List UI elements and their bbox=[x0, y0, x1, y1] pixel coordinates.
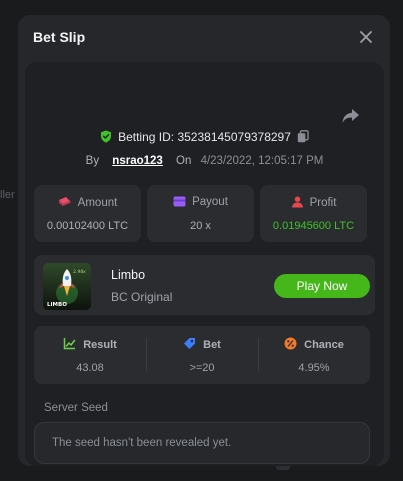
money-icon bbox=[58, 197, 71, 206]
svg-text:2.98x: 2.98x bbox=[73, 269, 86, 275]
share-button[interactable] bbox=[341, 107, 361, 125]
payout-label-row: Payout bbox=[147, 196, 254, 208]
modal-header: Bet Slip bbox=[18, 15, 390, 61]
result-label: Result bbox=[83, 339, 117, 351]
chart-line-icon bbox=[63, 338, 76, 350]
profit-person-icon bbox=[291, 196, 303, 208]
by-label: By bbox=[85, 155, 100, 167]
amount-value: 0.00102400 LTC bbox=[46, 220, 129, 232]
background-text-fragment: ller bbox=[0, 189, 15, 201]
bet-slip-modal: Bet Slip Betting ID: 35238145079378297 B… bbox=[18, 15, 390, 466]
bet-author-row: By nsrao123 On 4/23/2022, 12:05:17 PM bbox=[25, 155, 384, 171]
game-thumbnail[interactable]: 2.98x LIMBO bbox=[43, 263, 91, 310]
percent-icon bbox=[284, 337, 297, 350]
server-seed-label: Server Seed bbox=[44, 402, 108, 414]
server-seed-text: The seed hasn't been revealed yet. bbox=[52, 437, 232, 449]
profit-label: Profit bbox=[309, 197, 337, 209]
close-icon[interactable] bbox=[356, 27, 376, 47]
amount-card: Amount 0.00102400 LTC bbox=[34, 185, 141, 242]
bet-label-row: Bet bbox=[146, 337, 258, 351]
game-name: Limbo bbox=[111, 268, 146, 282]
profit-card: Profit 0.01945600 LTC bbox=[260, 185, 367, 242]
shield-check-icon bbox=[100, 130, 112, 146]
payout-card: Payout 20 x bbox=[147, 185, 254, 242]
copy-button[interactable] bbox=[297, 130, 309, 146]
bet-value: >=20 bbox=[189, 362, 215, 374]
copy-icon[interactable] bbox=[297, 130, 309, 143]
wallet-icon bbox=[173, 196, 186, 207]
amount-label: Amount bbox=[77, 197, 118, 209]
payout-value: 20 x bbox=[190, 220, 211, 232]
game-provider: BC Original bbox=[111, 290, 173, 304]
result-card: Result 43.08 Bet >=20 Chance 4.95% bbox=[34, 326, 370, 384]
server-seed-box: The seed hasn't been revealed yet. bbox=[34, 422, 370, 464]
tag-icon bbox=[184, 338, 196, 349]
amount-label-row: Amount bbox=[34, 196, 141, 209]
betting-id-label: Betting ID: bbox=[118, 130, 175, 144]
chance-label-row: Chance bbox=[258, 337, 370, 351]
close-button[interactable] bbox=[356, 27, 376, 47]
chance-label: Chance bbox=[304, 339, 344, 351]
result-column: Result 43.08 bbox=[34, 326, 146, 384]
share-icon[interactable] bbox=[341, 107, 361, 125]
bet-label: Bet bbox=[203, 339, 221, 351]
play-now-button[interactable]: Play Now bbox=[274, 274, 370, 298]
betting-id-value: 35238145079378297 bbox=[177, 130, 291, 144]
on-label: On bbox=[176, 155, 192, 167]
game-card: 2.98x LIMBO Limbo BC Original Play Now bbox=[34, 255, 375, 315]
bet-timestamp: 4/23/2022, 12:05:17 PM bbox=[200, 155, 324, 167]
profit-value: 0.01945600 LTC bbox=[272, 220, 355, 232]
result-label-row: Result bbox=[34, 337, 146, 351]
betting-id-row: Betting ID: 35238145079378297 bbox=[25, 130, 384, 146]
username-link[interactable]: nsrao123 bbox=[112, 155, 163, 167]
payout-label: Payout bbox=[192, 196, 228, 208]
profit-label-row: Profit bbox=[260, 196, 367, 209]
modal-title: Bet Slip bbox=[33, 29, 86, 45]
bet-detail-panel: Betting ID: 35238145079378297 By nsrao12… bbox=[25, 62, 384, 466]
chance-value: 4.95% bbox=[298, 362, 330, 374]
svg-text:LIMBO: LIMBO bbox=[47, 302, 67, 308]
bet-column: Bet >=20 bbox=[146, 326, 258, 384]
result-value: 43.08 bbox=[76, 362, 104, 374]
chance-column: Chance 4.95% bbox=[258, 326, 370, 384]
